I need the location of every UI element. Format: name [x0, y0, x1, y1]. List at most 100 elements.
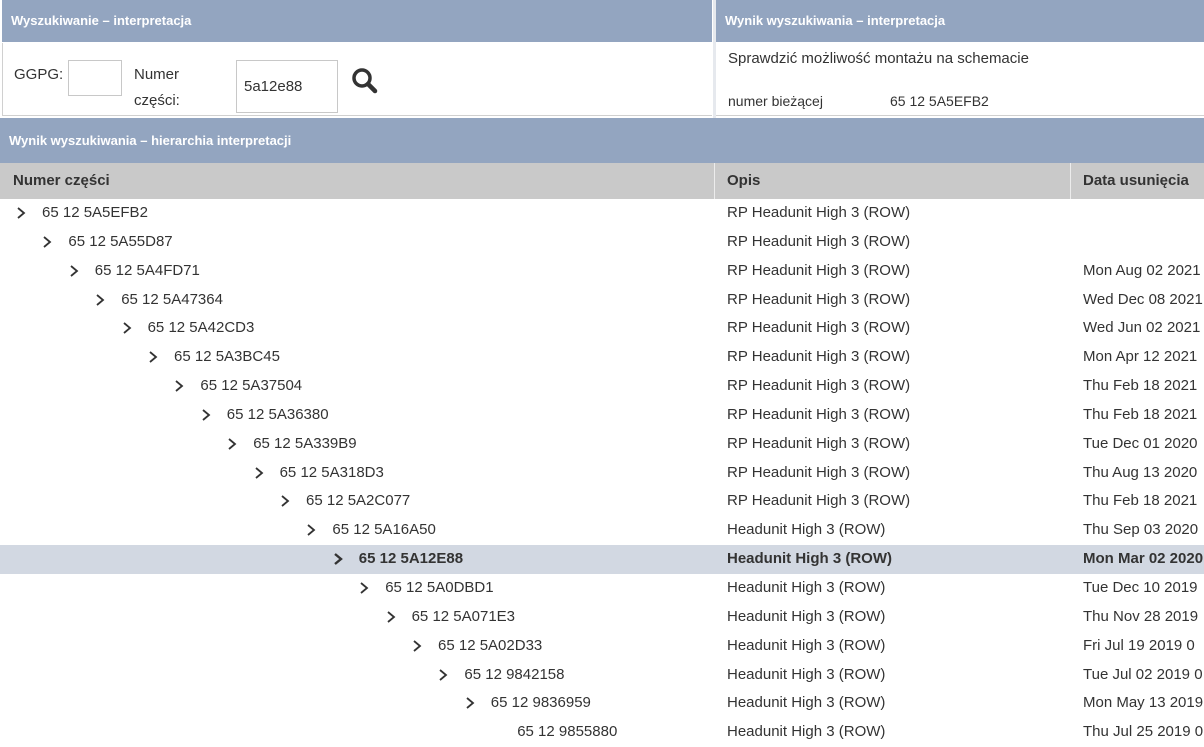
column-header-part-number[interactable]: Numer części — [0, 163, 715, 199]
tree-row[interactable]: 65 12 5A37504 RP Headunit High 3 (ROW) Thu… — [0, 372, 1204, 401]
description-cell: RP Headunit High 3 (ROW) — [727, 463, 911, 481]
tree-row[interactable]: 65 12 5A5EFB2 RP Headunit High 3 (ROW) — [0, 199, 1204, 228]
part-number-cell: 65 12 5A55D87 — [68, 232, 173, 250]
description-cell: RP Headunit High 3 (ROW) — [727, 261, 911, 279]
part-number-cell: 65 12 5A37504 — [200, 377, 303, 395]
removal-date-cell: Wed Jun 02 2021 — [1083, 319, 1201, 337]
chevron-right-icon[interactable] — [15, 207, 27, 219]
tree-row[interactable]: 65 12 5A339B9 RP Headunit High 3 (ROW) Tue… — [0, 430, 1204, 459]
result-message: Sprawdzić możliwość montażu na schemacie — [728, 50, 1029, 67]
tree-row-selected[interactable]: 65 12 5A12E88 Headunit High 3 (ROW) Mon Ma… — [0, 545, 1204, 574]
chevron-right-icon[interactable] — [94, 293, 106, 306]
description-cell: Headunit High 3 (ROW) — [727, 723, 886, 741]
chevron-right-icon[interactable] — [200, 409, 212, 421]
result-panel-title: Wynik wyszukiwania – interpretacja — [716, 0, 1204, 42]
description-cell: RP Headunit High 3 (ROW) — [727, 377, 911, 395]
tree-row[interactable]: 65 12 5A02D33 Headunit High 3 (ROW) Fri Ju… — [0, 632, 1204, 661]
hierarchy-tree: 65 12 5A5EFB2 RP Headunit High 3 (ROW) 65 … — [0, 199, 1204, 747]
tree-row[interactable]: 65 12 5A4FD71 RP Headunit High 3 (ROW) Mon… — [0, 257, 1204, 286]
hierarchy-panel-title: Wynik wyszukiwania – hierarchia interpre… — [0, 118, 1204, 163]
ggpg-label: GGPG: — [14, 66, 64, 83]
description-cell: RP Headunit High 3 (ROW) — [727, 405, 911, 423]
chevron-right-icon[interactable] — [305, 524, 317, 536]
column-header-description[interactable]: Opis — [715, 163, 1071, 199]
tree-row[interactable]: 65 12 9855880 Headunit High 3 (ROW) Thu Ju… — [0, 718, 1204, 747]
chevron-right-icon[interactable] — [437, 668, 449, 681]
part-number-label-line1: Numer — [134, 66, 180, 83]
removal-date-cell: Thu Nov 28 2019 — [1083, 607, 1199, 625]
part-number-cell: 65 12 5A5EFB2 — [42, 204, 148, 221]
description-cell: Headunit High 3 (ROW) — [727, 521, 886, 539]
chevron-right-icon[interactable] — [279, 495, 291, 508]
chevron-right-icon[interactable] — [147, 351, 159, 363]
tree-row[interactable]: 65 12 5A318D3 RP Headunit High 3 (ROW) Thu… — [0, 459, 1204, 488]
part-number-cell: 65 12 5A071E3 — [411, 607, 516, 625]
description-cell: RP Headunit High 3 (ROW) — [727, 232, 911, 250]
removal-date-cell: Tue Dec 01 2020 — [1083, 434, 1198, 452]
part-number-cell: 65 12 5A42CD3 — [147, 319, 255, 337]
removal-date-cell: Mon Mar 02 2020 — [1083, 550, 1204, 568]
part-number-cell: 65 12 5A318D3 — [279, 463, 384, 481]
chevron-right-icon[interactable] — [411, 639, 423, 652]
tree-row[interactable]: 65 12 5A16A50 Headunit High 3 (ROW) Thu Se… — [0, 516, 1204, 545]
description-cell: Headunit High 3 (ROW) — [727, 607, 886, 625]
current-number-label: numer bieżącej — [728, 93, 823, 109]
removal-date-cell: Tue Dec 10 2019 — [1083, 578, 1198, 596]
part-number-cell: 65 12 5A16A50 — [332, 521, 436, 539]
chevron-right-icon[interactable] — [358, 582, 370, 594]
part-number-cell: 65 12 5A4FD71 — [94, 261, 200, 279]
removal-date-cell: Thu Sep 03 2020 — [1083, 521, 1199, 539]
tree-row[interactable]: 65 12 5A47364 RP Headunit High 3 (ROW) Wed… — [0, 286, 1204, 315]
magnifier-icon — [352, 68, 378, 94]
description-cell: RP Headunit High 3 (ROW) — [727, 348, 911, 366]
removal-date-cell: Mon Aug 02 2021 — [1083, 261, 1201, 279]
chevron-right-icon[interactable] — [385, 611, 397, 623]
part-number-cell: 65 12 9842158 — [464, 665, 565, 683]
part-number-cell: 65 12 5A2C077 — [306, 492, 411, 510]
chevron-right-icon[interactable] — [464, 697, 476, 710]
tree-row[interactable]: 65 12 5A42CD3 RP Headunit High 3 (ROW) Wed… — [0, 314, 1204, 343]
search-button[interactable] — [350, 66, 380, 96]
description-cell: RP Headunit High 3 (ROW) — [727, 319, 911, 337]
part-number-cell: 65 12 9836959 — [490, 694, 591, 712]
chevron-right-icon[interactable] — [253, 466, 265, 479]
description-cell: Headunit High 3 (ROW) — [727, 636, 886, 654]
tree-row[interactable]: 65 12 5A2C077 RP Headunit High 3 (ROW) Thu… — [0, 487, 1204, 516]
description-cell: RP Headunit High 3 (ROW) — [727, 204, 911, 221]
search-panel-title: Wyszukiwanie – interpretacja — [2, 0, 712, 42]
column-header-removal-date[interactable]: Data usunięcia — [1071, 163, 1204, 199]
tree-row[interactable]: 65 12 9836959 Headunit High 3 (ROW) Mon Ma… — [0, 689, 1204, 718]
removal-date-cell: Thu Aug 13 2020 — [1083, 463, 1198, 481]
part-number-cell: 65 12 5A3BC45 — [174, 348, 280, 366]
chevron-right-icon[interactable] — [173, 380, 185, 392]
description-cell: RP Headunit High 3 (ROW) — [727, 434, 911, 452]
removal-date-cell: Thu Jul 25 2019 0 — [1083, 723, 1204, 741]
tree-row[interactable]: 65 12 5A55D87 RP Headunit High 3 (ROW) — [0, 228, 1204, 257]
description-cell: Headunit High 3 (ROW) — [727, 578, 886, 596]
tree-row[interactable]: 65 12 9842158 Headunit High 3 (ROW) Tue Ju… — [0, 661, 1204, 690]
ggpg-input[interactable] — [68, 60, 122, 96]
description-cell: Headunit High 3 (ROW) — [727, 665, 886, 683]
current-number-value: 65 12 5A5EFB2 — [890, 93, 989, 109]
tree-row[interactable]: 65 12 5A071E3 Headunit High 3 (ROW) Thu No… — [0, 603, 1204, 632]
chevron-right-icon[interactable] — [332, 553, 344, 566]
description-cell: Headunit High 3 (ROW) — [727, 550, 892, 568]
removal-date-cell: Thu Feb 18 2021 — [1083, 405, 1198, 423]
removal-date-cell: Thu Feb 18 2021 — [1083, 492, 1198, 510]
chevron-right-icon[interactable] — [121, 322, 133, 335]
tree-row[interactable]: 65 12 5A36380 RP Headunit High 3 (ROW) Thu… — [0, 401, 1204, 430]
part-number-input[interactable] — [236, 60, 338, 113]
chevron-right-icon[interactable] — [226, 438, 238, 450]
part-number-cell: 65 12 5A339B9 — [253, 434, 357, 452]
part-number-cell: 65 12 9855880 — [517, 723, 618, 741]
chevron-right-icon[interactable] — [68, 264, 80, 277]
removal-date-cell: Mon May 13 2019 — [1083, 694, 1204, 712]
part-number-cell: 65 12 5A36380 — [226, 405, 329, 423]
part-number-cell: 65 12 5A0DBD1 — [385, 578, 494, 596]
tree-row[interactable]: 65 12 5A3BC45 RP Headunit High 3 (ROW) Mon… — [0, 343, 1204, 372]
part-number-cell: 65 12 5A02D33 — [438, 636, 543, 654]
tree-row[interactable]: 65 12 5A0DBD1 Headunit High 3 (ROW) Tue De… — [0, 574, 1204, 603]
chevron-right-icon[interactable] — [41, 236, 53, 248]
description-cell: RP Headunit High 3 (ROW) — [727, 492, 911, 510]
removal-date-cell: Thu Feb 18 2021 — [1083, 377, 1198, 395]
